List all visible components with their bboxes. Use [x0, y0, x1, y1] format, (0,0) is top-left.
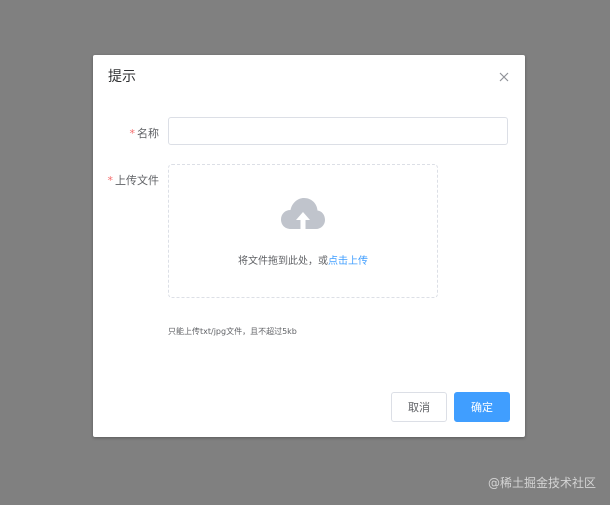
confirm-button[interactable]: 确定	[454, 392, 510, 422]
name-label: * 名称	[130, 125, 160, 141]
upload-dropzone[interactable]: 将文件拖到此处，或点击上传	[168, 164, 438, 298]
cancel-button[interactable]: 取消	[391, 392, 447, 422]
name-label-text: 名称	[137, 127, 159, 140]
dialog: 提示 * 名称 * 上传文件 将文件拖到此处，或点击上传 只能上传txt/jpg文件…	[93, 55, 525, 437]
cloud-upload-icon	[281, 198, 325, 229]
upload-label: * 上传文件	[108, 172, 160, 188]
dialog-title: 提示	[108, 69, 136, 85]
upload-tip: 只能上传txt/jpg文件，且不超过5kb	[168, 327, 297, 336]
close-icon	[499, 72, 509, 82]
required-mark: *	[107, 174, 114, 187]
upload-link[interactable]: 点击上传	[328, 256, 368, 267]
close-button[interactable]	[497, 69, 511, 83]
upload-text: 将文件拖到此处，或点击上传	[169, 252, 437, 267]
name-input[interactable]	[168, 117, 508, 145]
upload-label-text: 上传文件	[115, 174, 159, 187]
required-mark: *	[129, 127, 136, 140]
upload-hint: 将文件拖到此处，或	[238, 256, 328, 267]
watermark: @稀土掘金技术社区	[487, 476, 596, 490]
